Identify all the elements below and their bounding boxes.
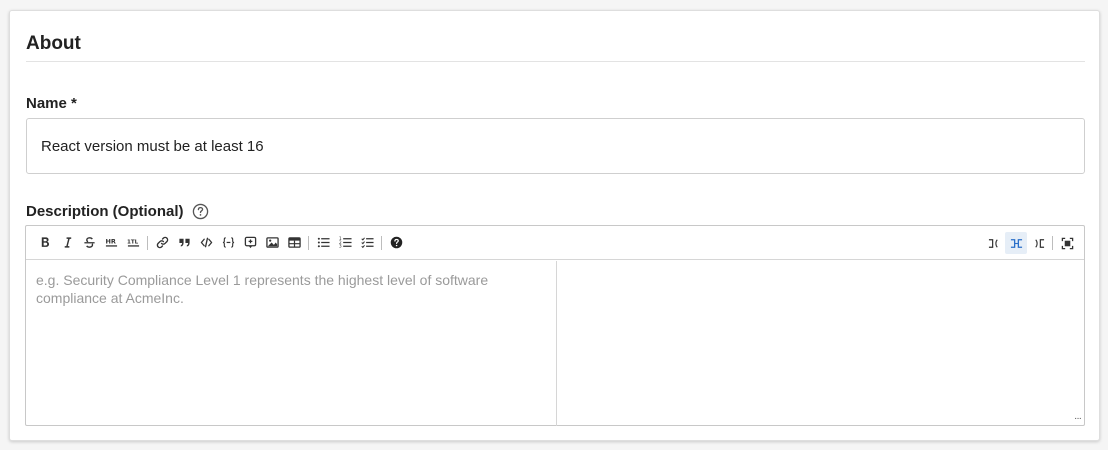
comment-icon[interactable] xyxy=(239,232,261,254)
table-icon[interactable] xyxy=(283,232,305,254)
about-card: About Name * Description (Optional) xyxy=(9,10,1100,441)
unordered-list-icon[interactable] xyxy=(312,232,334,254)
split-view-icon[interactable] xyxy=(1005,232,1027,254)
preview-pane xyxy=(558,261,1084,426)
link-icon[interactable] xyxy=(151,232,173,254)
help-icon[interactable] xyxy=(385,232,407,254)
editor-only-icon[interactable] xyxy=(983,232,1005,254)
svg-text:1TL: 1TL xyxy=(127,239,139,245)
resize-handle-icon[interactable]: ··· xyxy=(1074,413,1082,424)
checklist-icon[interactable] xyxy=(356,232,378,254)
section-divider xyxy=(26,61,1085,62)
markdown-editor: HR 1TL 1 2 3 e.g. Security Compliance Le… xyxy=(25,225,1085,426)
quote-icon[interactable] xyxy=(173,232,195,254)
code-icon[interactable] xyxy=(195,232,217,254)
svg-text:3: 3 xyxy=(339,244,342,249)
ordered-list-icon[interactable]: 123 xyxy=(334,232,356,254)
editor-input-pane xyxy=(26,261,557,426)
svg-text:HR: HR xyxy=(105,237,115,245)
toolbar-separator xyxy=(308,235,309,250)
name-label-text: Name * xyxy=(26,95,77,112)
toolbar-separator xyxy=(381,235,382,250)
fullscreen-icon[interactable] xyxy=(1056,232,1078,254)
image-icon[interactable] xyxy=(261,232,283,254)
name-label: Name * xyxy=(26,95,77,112)
preview-only-icon[interactable] xyxy=(1027,232,1049,254)
strikethrough-icon[interactable] xyxy=(78,232,100,254)
italic-icon[interactable] xyxy=(56,232,78,254)
code-block-icon[interactable] xyxy=(217,232,239,254)
toolbar-separator xyxy=(1052,236,1053,250)
name-input[interactable] xyxy=(26,118,1085,174)
horizontal-rule-icon[interactable]: HR xyxy=(100,232,122,254)
bold-icon[interactable] xyxy=(34,232,56,254)
editor-toolbar: HR 1TL 1 2 3 xyxy=(26,226,1084,260)
section-title: About xyxy=(26,33,81,54)
heading-icon[interactable]: 1TL xyxy=(122,232,144,254)
question-circle-icon[interactable] xyxy=(192,203,209,220)
view-mode-controls xyxy=(983,232,1078,254)
toolbar-separator xyxy=(147,235,148,250)
description-label: Description (Optional) xyxy=(26,203,209,220)
description-textarea[interactable] xyxy=(26,261,556,426)
description-label-text: Description (Optional) xyxy=(26,203,184,220)
